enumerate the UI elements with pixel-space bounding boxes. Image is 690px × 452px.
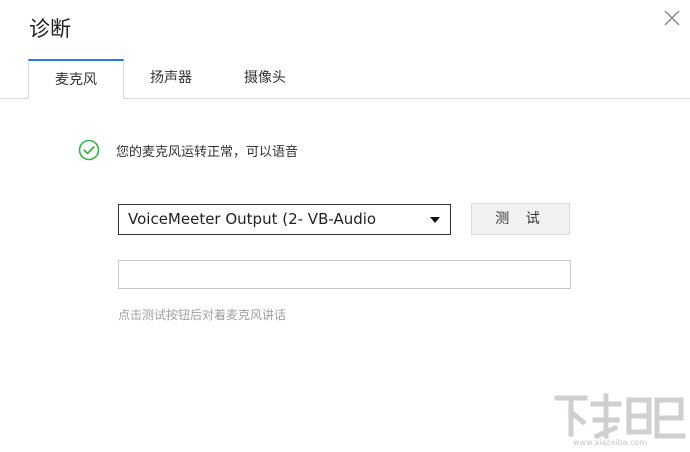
selected-device-value: VoiceMeeter Output (2- VB-Audio bbox=[128, 210, 377, 228]
hint-text: 点击测试按钮后对着麦克风讲话 bbox=[118, 308, 287, 322]
microphone-level-field bbox=[118, 260, 571, 289]
tab-microphone[interactable]: 麦克风 bbox=[28, 59, 124, 99]
diagnosis-dialog: 诊断 麦克风 扬声器 摄像头 您的麦克风运转正常，可以语音 VoiceMeete… bbox=[0, 0, 690, 452]
tab-camera[interactable]: 摄像头 bbox=[222, 59, 308, 99]
watermark-logo-icon bbox=[554, 393, 686, 440]
test-button[interactable]: 测 试 bbox=[471, 203, 570, 235]
microphone-status: 您的麦克风运转正常，可以语音 bbox=[78, 138, 298, 162]
watermark-url: www.xiazaiba.com bbox=[573, 438, 648, 447]
watermark-logo: www.xiazaiba.com bbox=[553, 392, 687, 448]
close-button[interactable] bbox=[660, 6, 684, 30]
tab-bar: 麦克风 扬声器 摄像头 bbox=[0, 59, 690, 99]
close-icon[interactable] bbox=[660, 6, 684, 30]
dialog-title: 诊断 bbox=[29, 17, 71, 41]
check-circle-icon bbox=[78, 139, 100, 161]
microphone-device-select[interactable]: VoiceMeeter Output (2- VB-Audio bbox=[118, 204, 451, 235]
dropdown-arrow-icon bbox=[430, 217, 440, 223]
tab-speaker[interactable]: 扬声器 bbox=[128, 59, 214, 99]
status-text: 您的麦克风运转正常，可以语音 bbox=[116, 144, 299, 160]
